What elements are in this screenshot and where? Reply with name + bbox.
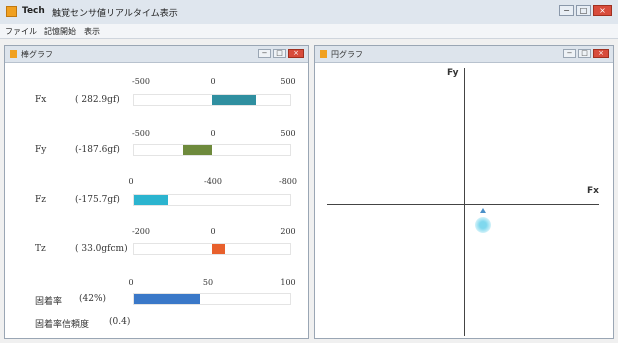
fz-value: (-175.7gf) — [75, 195, 120, 205]
direction-marker — [480, 208, 486, 213]
fx-label: Fx — [35, 95, 47, 105]
reliability-label: 固着率信頼度 — [35, 320, 90, 330]
fy-tick-mid: 0 — [210, 129, 216, 138]
window-icon — [320, 50, 327, 58]
tz-tick-min: -200 — [132, 227, 150, 236]
fz-bar-track — [133, 194, 291, 206]
fx-tick-max: 500 — [280, 77, 296, 86]
fy-bar-track — [133, 144, 291, 156]
stick-ratio-value: (42%) — [79, 294, 107, 304]
app-name: Tech — [22, 6, 45, 16]
fx-tick-min: -500 — [132, 77, 150, 86]
close-button[interactable]: × — [288, 49, 304, 58]
fy-tick-min: -500 — [132, 129, 150, 138]
menu-bar: ファイル 記憶開始 表示 — [0, 24, 618, 39]
fx-tick-mid: 0 — [210, 77, 216, 86]
fz-tick-mid: -400 — [204, 177, 222, 186]
minimize-button[interactable]: − — [559, 5, 574, 16]
stick-ratio-label: 固着率 — [35, 297, 63, 307]
tz-tick-max: 200 — [280, 227, 296, 236]
circle-graph-title-bar: 円グラフ − □ × — [315, 46, 613, 63]
x-axis — [327, 204, 599, 205]
force-point — [475, 217, 491, 233]
fy-bar — [182, 145, 212, 155]
bar-graph-title-bar: 棒グラフ − □ × — [5, 46, 308, 63]
tz-bar — [212, 244, 225, 254]
maximize-button[interactable]: □ — [576, 5, 591, 16]
stick-ratio-tick-max: 100 — [280, 278, 296, 287]
tz-value: ( 33.0gfcm) — [75, 244, 128, 254]
fz-bar — [134, 195, 169, 205]
fy-label: Fy — [35, 145, 47, 155]
circle-graph-title: 円グラフ — [331, 50, 363, 59]
minimize-button[interactable]: − — [563, 49, 576, 58]
fx-bar-track — [133, 94, 291, 106]
stick-ratio-tick-min: 0 — [128, 278, 134, 287]
stick-ratio-bar — [134, 294, 200, 304]
maximize-button[interactable]: □ — [273, 49, 286, 58]
stick-ratio-bar-track — [133, 293, 291, 305]
minimize-button[interactable]: − — [258, 49, 271, 58]
fy-tick-max: 500 — [280, 129, 296, 138]
close-button[interactable]: × — [593, 5, 612, 16]
maximize-button[interactable]: □ — [578, 49, 591, 58]
menu-file[interactable]: ファイル — [5, 26, 37, 37]
tz-tick-mid: 0 — [210, 227, 216, 236]
y-axis — [464, 68, 465, 336]
fz-tick-min: 0 — [128, 177, 134, 186]
fy-value: (-187.6gf) — [75, 145, 120, 155]
fx-bar — [212, 95, 257, 105]
x-axis-label: Fx — [587, 186, 599, 196]
fz-label: Fz — [35, 195, 46, 205]
window-icon — [10, 50, 17, 58]
bar-graph-title: 棒グラフ — [21, 50, 53, 59]
menu-view[interactable]: 表示 — [84, 26, 100, 37]
circle-graph-window: 円グラフ − □ × Fy Fx — [314, 45, 614, 339]
fx-value: ( 282.9gf) — [75, 95, 120, 105]
y-axis-label: Fy — [447, 68, 459, 78]
tz-bar-track — [133, 243, 291, 255]
bar-graph-window: 棒グラフ − □ × -500 0 500 Fx ( 282.9gf) -500… — [4, 45, 309, 339]
close-button[interactable]: × — [593, 49, 609, 58]
stick-ratio-tick-mid: 50 — [202, 278, 214, 287]
menu-record-start[interactable]: 記憶開始 — [44, 26, 76, 37]
window-title: 触覚センサ値リアルタイム表示 — [52, 9, 178, 19]
app-icon — [6, 6, 17, 17]
reliability-value: (0.4) — [109, 317, 131, 327]
tz-label: Tz — [35, 244, 46, 254]
fz-tick-max: -800 — [279, 177, 297, 186]
main-title-bar: Tech 触覚センサ値リアルタイム表示 − □ × — [0, 0, 618, 25]
